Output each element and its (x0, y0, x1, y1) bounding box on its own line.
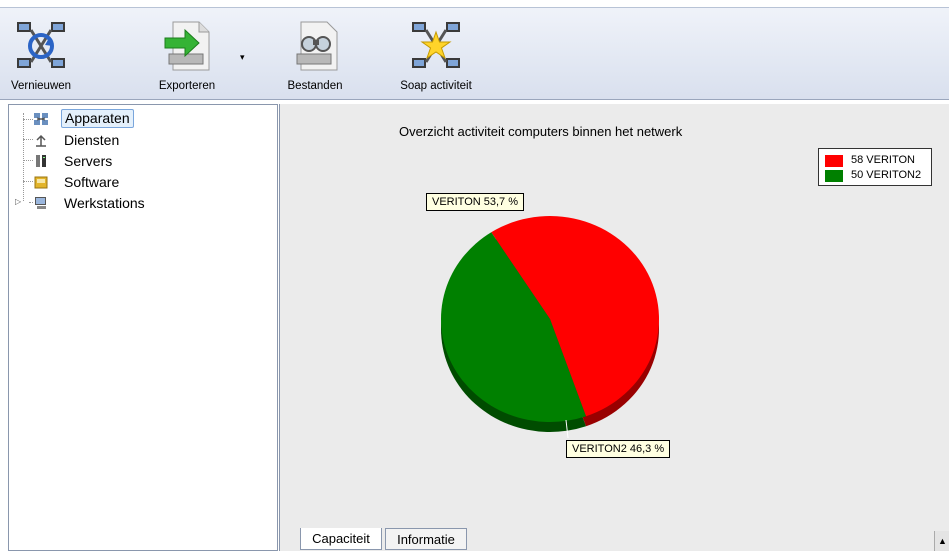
tree-item-label: Werkstations (64, 195, 145, 211)
tree-connector (23, 181, 33, 182)
tree-item-label: Diensten (64, 132, 120, 148)
legend-swatch (825, 155, 843, 167)
tab-information[interactable]: Informatie (385, 528, 467, 550)
devices-icon (34, 113, 48, 125)
refresh-button[interactable]: Vernieuwen (4, 14, 78, 96)
files-button[interactable]: Bestanden (278, 14, 352, 96)
refresh-label: Vernieuwen (10, 80, 72, 92)
soap-activity-label: Soap activiteit (400, 80, 472, 92)
tree-connector (23, 119, 33, 120)
export-dropdown-icon[interactable]: ▾ (240, 52, 245, 63)
scroll-up-icon[interactable]: ▲ (934, 531, 949, 551)
network-star-icon (412, 22, 460, 68)
network-refresh-icon (17, 22, 65, 68)
pie-slices (440, 216, 659, 439)
chart-legend: 58 VERITON 50 VERITON2 (818, 148, 932, 186)
soap-activity-button[interactable]: Soap activiteit (388, 14, 484, 96)
tree-item-label: Apparaten (61, 109, 134, 128)
files-label: Bestanden (287, 80, 343, 92)
expand-icon[interactable]: ▷ (15, 197, 21, 206)
tree-item-label: Software (64, 174, 120, 190)
servers-icon (36, 155, 46, 167)
services-icon (36, 134, 46, 147)
toolbar-top-edge (0, 0, 949, 8)
legend-swatch (825, 170, 843, 182)
export-label: Exporteren (158, 80, 216, 92)
toolbar: Vernieuwen Exporteren ▾ Bestanden Soap a… (0, 0, 949, 100)
legend-label: 50 VERITON2 (851, 169, 922, 181)
tab-bar: Capaciteit Informatie (280, 526, 949, 551)
tree-item-label: Servers (64, 153, 113, 169)
export-button[interactable]: Exporteren (140, 14, 234, 96)
legend-label: 58 VERITON (851, 154, 915, 166)
navigation-tree: Apparaten Diensten Servers Software ▷ We… (8, 104, 278, 551)
chart-panel: Overzicht activiteit computers binnen he… (279, 104, 949, 551)
binoculars-files-icon (296, 21, 338, 71)
tree-connector (23, 113, 24, 201)
tab-capacity[interactable]: Capaciteit (300, 528, 382, 550)
software-icon (34, 176, 48, 189)
export-arrow-icon (164, 21, 210, 71)
slice-label-veriton: VERITON 53,7 % (426, 193, 524, 211)
slice-label-veriton2: VERITON2 46,3 % (566, 440, 671, 458)
tree-connector (23, 160, 33, 161)
tree-connector (23, 139, 33, 140)
workstations-icon (35, 197, 46, 209)
